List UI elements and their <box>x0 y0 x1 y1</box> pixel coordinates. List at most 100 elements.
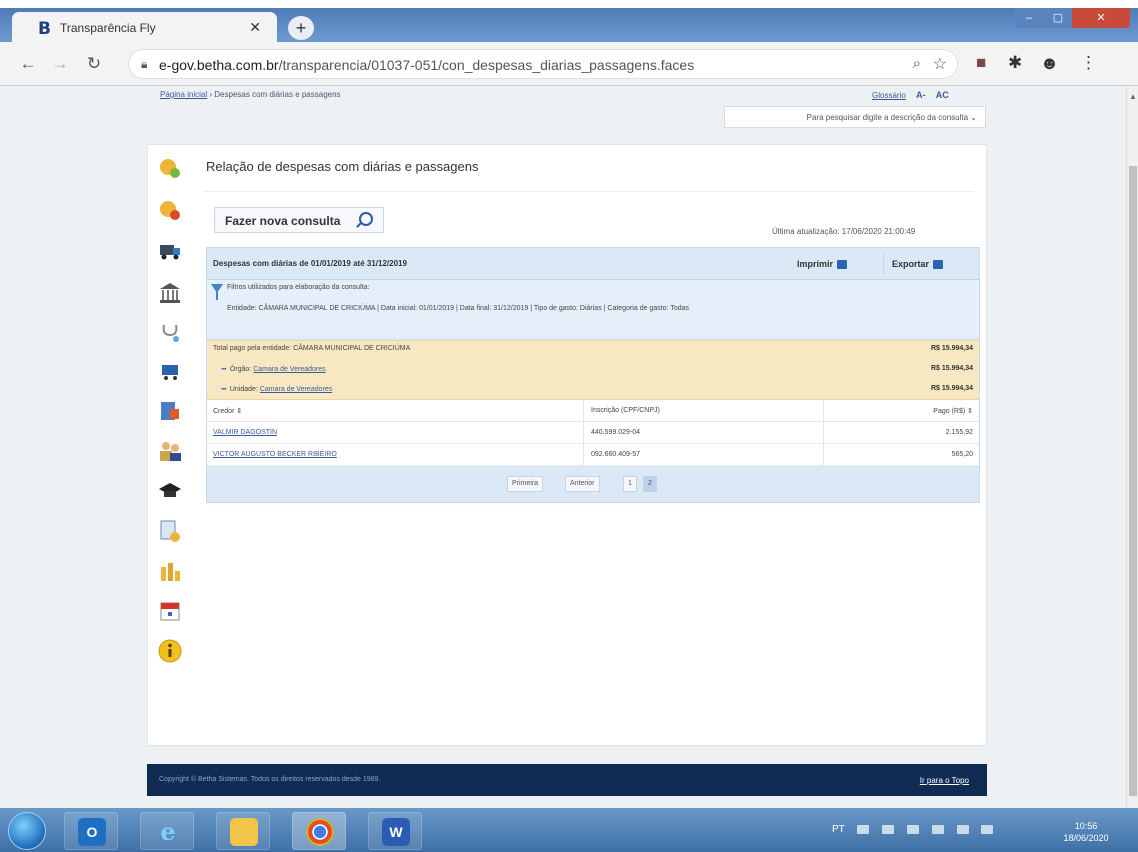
lock-icon: 🔒︎ <box>141 57 148 71</box>
font-increase-button[interactable]: AC <box>936 90 949 100</box>
graduation-cap-icon[interactable] <box>158 479 182 503</box>
filter-funnel-icon <box>211 284 223 300</box>
table-row: VALMIR DAGOSTIN 440.599.029-04 2.155,92 <box>207 422 979 444</box>
coins-bag-red-icon[interactable] <box>158 197 182 221</box>
pager-previous-button[interactable]: Anterior <box>565 476 600 492</box>
creditor-link[interactable]: VALMIR DAGOSTIN <box>213 429 277 436</box>
new-tab-button[interactable]: + <box>288 16 314 40</box>
breadcrumb: Página inicial › Despesas com diárias e … <box>160 90 341 99</box>
word-icon: W <box>382 818 410 846</box>
forward-arrow-icon[interactable]: → <box>50 54 70 74</box>
truck-icon[interactable] <box>158 239 182 263</box>
profile-avatar-icon[interactable]: ☻ <box>1040 53 1059 74</box>
flag-icon[interactable] <box>906 824 919 834</box>
creditor-link[interactable]: VICTOR AUGUSTO BECKER RIBEIRO <box>213 451 337 458</box>
back-arrow-icon[interactable]: ← <box>18 54 38 74</box>
system-tray: PT <box>832 824 994 835</box>
back-to-top-link[interactable]: Ir para o Topo <box>920 776 969 785</box>
pager-page-1[interactable]: 1 <box>623 476 637 492</box>
totals-box: Total pago pela entidade: CÂMARA MUNICIP… <box>207 340 979 400</box>
panel-heading: Despesas com diárias de 01/01/2019 até 3… <box>213 259 407 268</box>
pagination: Primeira Anterior 1 2 <box>207 468 979 502</box>
signal-icon[interactable] <box>956 824 969 834</box>
language-indicator[interactable]: PT <box>832 824 845 835</box>
scroll-up-arrow-icon[interactable]: ▲ <box>1129 92 1137 101</box>
main-content: Relação de despesas com diárias e passag… <box>147 144 987 746</box>
bookmark-star-icon[interactable]: ☆ <box>933 54 947 74</box>
taskbar-word[interactable]: W <box>368 812 422 850</box>
taskbar-chrome[interactable] <box>292 812 346 850</box>
export-button[interactable]: Exportar <box>883 254 944 274</box>
total-entity-row: Total pago pela entidade: CÂMARA MUNICIP… <box>213 345 973 352</box>
menu-kebab-icon[interactable]: ⋮ <box>1080 53 1097 73</box>
font-decrease-button[interactable]: A- <box>916 90 926 100</box>
zoom-icon[interactable]: ⌕ <box>913 55 921 72</box>
window-controls: – ▢ ✕ <box>1014 8 1130 28</box>
close-tab-icon[interactable]: ✕ <box>249 19 261 36</box>
taskbar-file-explorer[interactable] <box>216 812 270 850</box>
panel-header: Despesas com diárias de 01/01/2019 até 3… <box>207 248 979 280</box>
title-divider <box>204 191 974 192</box>
minimize-button[interactable]: – <box>1014 8 1044 28</box>
taskbar-outlook[interactable]: O <box>64 812 118 850</box>
network-icon[interactable] <box>882 824 895 834</box>
unit-link[interactable]: Camara de Vereadores <box>260 386 332 393</box>
maximize-button[interactable]: ▢ <box>1044 8 1072 28</box>
query-search-placeholder: Para pesquisar digite a descrição da con… <box>806 113 969 122</box>
info-icon[interactable] <box>158 639 182 663</box>
clock-time: 10:56 <box>1074 821 1098 831</box>
taskbar-clock[interactable]: 10:56 18/06/2020 <box>1056 820 1116 844</box>
category-sidebar <box>148 145 192 745</box>
close-window-button[interactable]: ✕ <box>1072 8 1130 28</box>
column-header-pago[interactable]: Pago (R$) ⇕ <box>933 407 973 415</box>
accessibility-tools: Glossário A- AC <box>872 90 949 100</box>
betha-favicon-icon: B <box>38 19 51 39</box>
new-query-button[interactable]: Fazer nova consulta <box>214 207 384 233</box>
clipped-caption-band <box>0 0 1138 8</box>
web-page: Página inicial › Despesas com diárias e … <box>0 86 1126 808</box>
address-url: e-gov.betha.com.br/transparencia/01037-0… <box>159 57 695 73</box>
total-organ-row: ➥ Órgão: Camara de Vereadores R$ 15.994,3… <box>221 365 973 373</box>
start-button[interactable] <box>8 812 46 850</box>
query-search-input[interactable]: Para pesquisar digite a descrição da con… <box>724 106 986 128</box>
shopping-cart-icon[interactable] <box>158 359 182 383</box>
address-bar[interactable]: 🔒︎ e-gov.betha.com.br/transparencia/0103… <box>128 49 958 79</box>
calendar-icon[interactable] <box>158 599 182 623</box>
column-header-inscricao: Inscrição (CPF/CNPJ) <box>591 407 660 414</box>
volume-icon[interactable] <box>981 824 994 834</box>
last-update-text: Última atualização: 17/06/2020 21:00:49 <box>772 227 916 236</box>
coins-bag-icon[interactable] <box>158 155 182 179</box>
bank-building-icon[interactable] <box>158 281 182 305</box>
filters-box: Filtros utilizados para elaboração da co… <box>207 280 979 338</box>
amount-paid: 565,20 <box>951 451 973 458</box>
people-icon[interactable] <box>158 439 182 463</box>
keyboard-icon[interactable] <box>857 824 870 834</box>
new-query-label: Fazer nova consulta <box>225 214 341 228</box>
extension-icon[interactable]: ■ <box>976 53 986 73</box>
pager-first-button[interactable]: Primeira <box>507 476 544 492</box>
report-chart-icon[interactable] <box>158 399 182 423</box>
puzzle-extensions-icon[interactable]: ✱ <box>1008 53 1022 73</box>
filters-title: Filtros utilizados para elaboração da co… <box>227 284 370 291</box>
pager-page-2[interactable]: 2 <box>643 476 657 492</box>
column-header-credor[interactable]: Credor ⇕ <box>213 407 242 415</box>
total-unit-row: ➥ Unidade: Camara de Vereadores R$ 15.994… <box>221 385 973 393</box>
document-coins-icon[interactable] <box>158 519 182 543</box>
scrollbar-thumb[interactable] <box>1129 166 1137 796</box>
page-title: Relação de despesas com diárias e passag… <box>206 159 479 174</box>
organ-link[interactable]: Camara de Vereadores <box>253 366 325 373</box>
folder-icon <box>230 818 258 846</box>
browser-tab[interactable]: B Transparência Fly ✕ <box>12 12 277 42</box>
reload-icon[interactable]: ↻ <box>84 54 104 74</box>
taskbar-internet-explorer[interactable]: e <box>140 812 194 850</box>
breadcrumb-home-link[interactable]: Página inicial <box>160 90 207 99</box>
glossary-link[interactable]: Glossário <box>872 91 906 100</box>
print-button[interactable]: Imprimir <box>797 254 848 274</box>
page-scrollbar[interactable]: ▲ <box>1126 86 1138 808</box>
browser-toolbar: ← → ↻ 🔒︎ e-gov.betha.com.br/transparenci… <box>0 42 1138 86</box>
printer-icon <box>837 260 848 270</box>
clock-date: 18/06/2020 <box>1063 833 1109 843</box>
stethoscope-icon[interactable] <box>158 321 182 345</box>
battery-icon[interactable] <box>931 824 944 834</box>
coin-stacks-icon[interactable] <box>158 559 182 583</box>
